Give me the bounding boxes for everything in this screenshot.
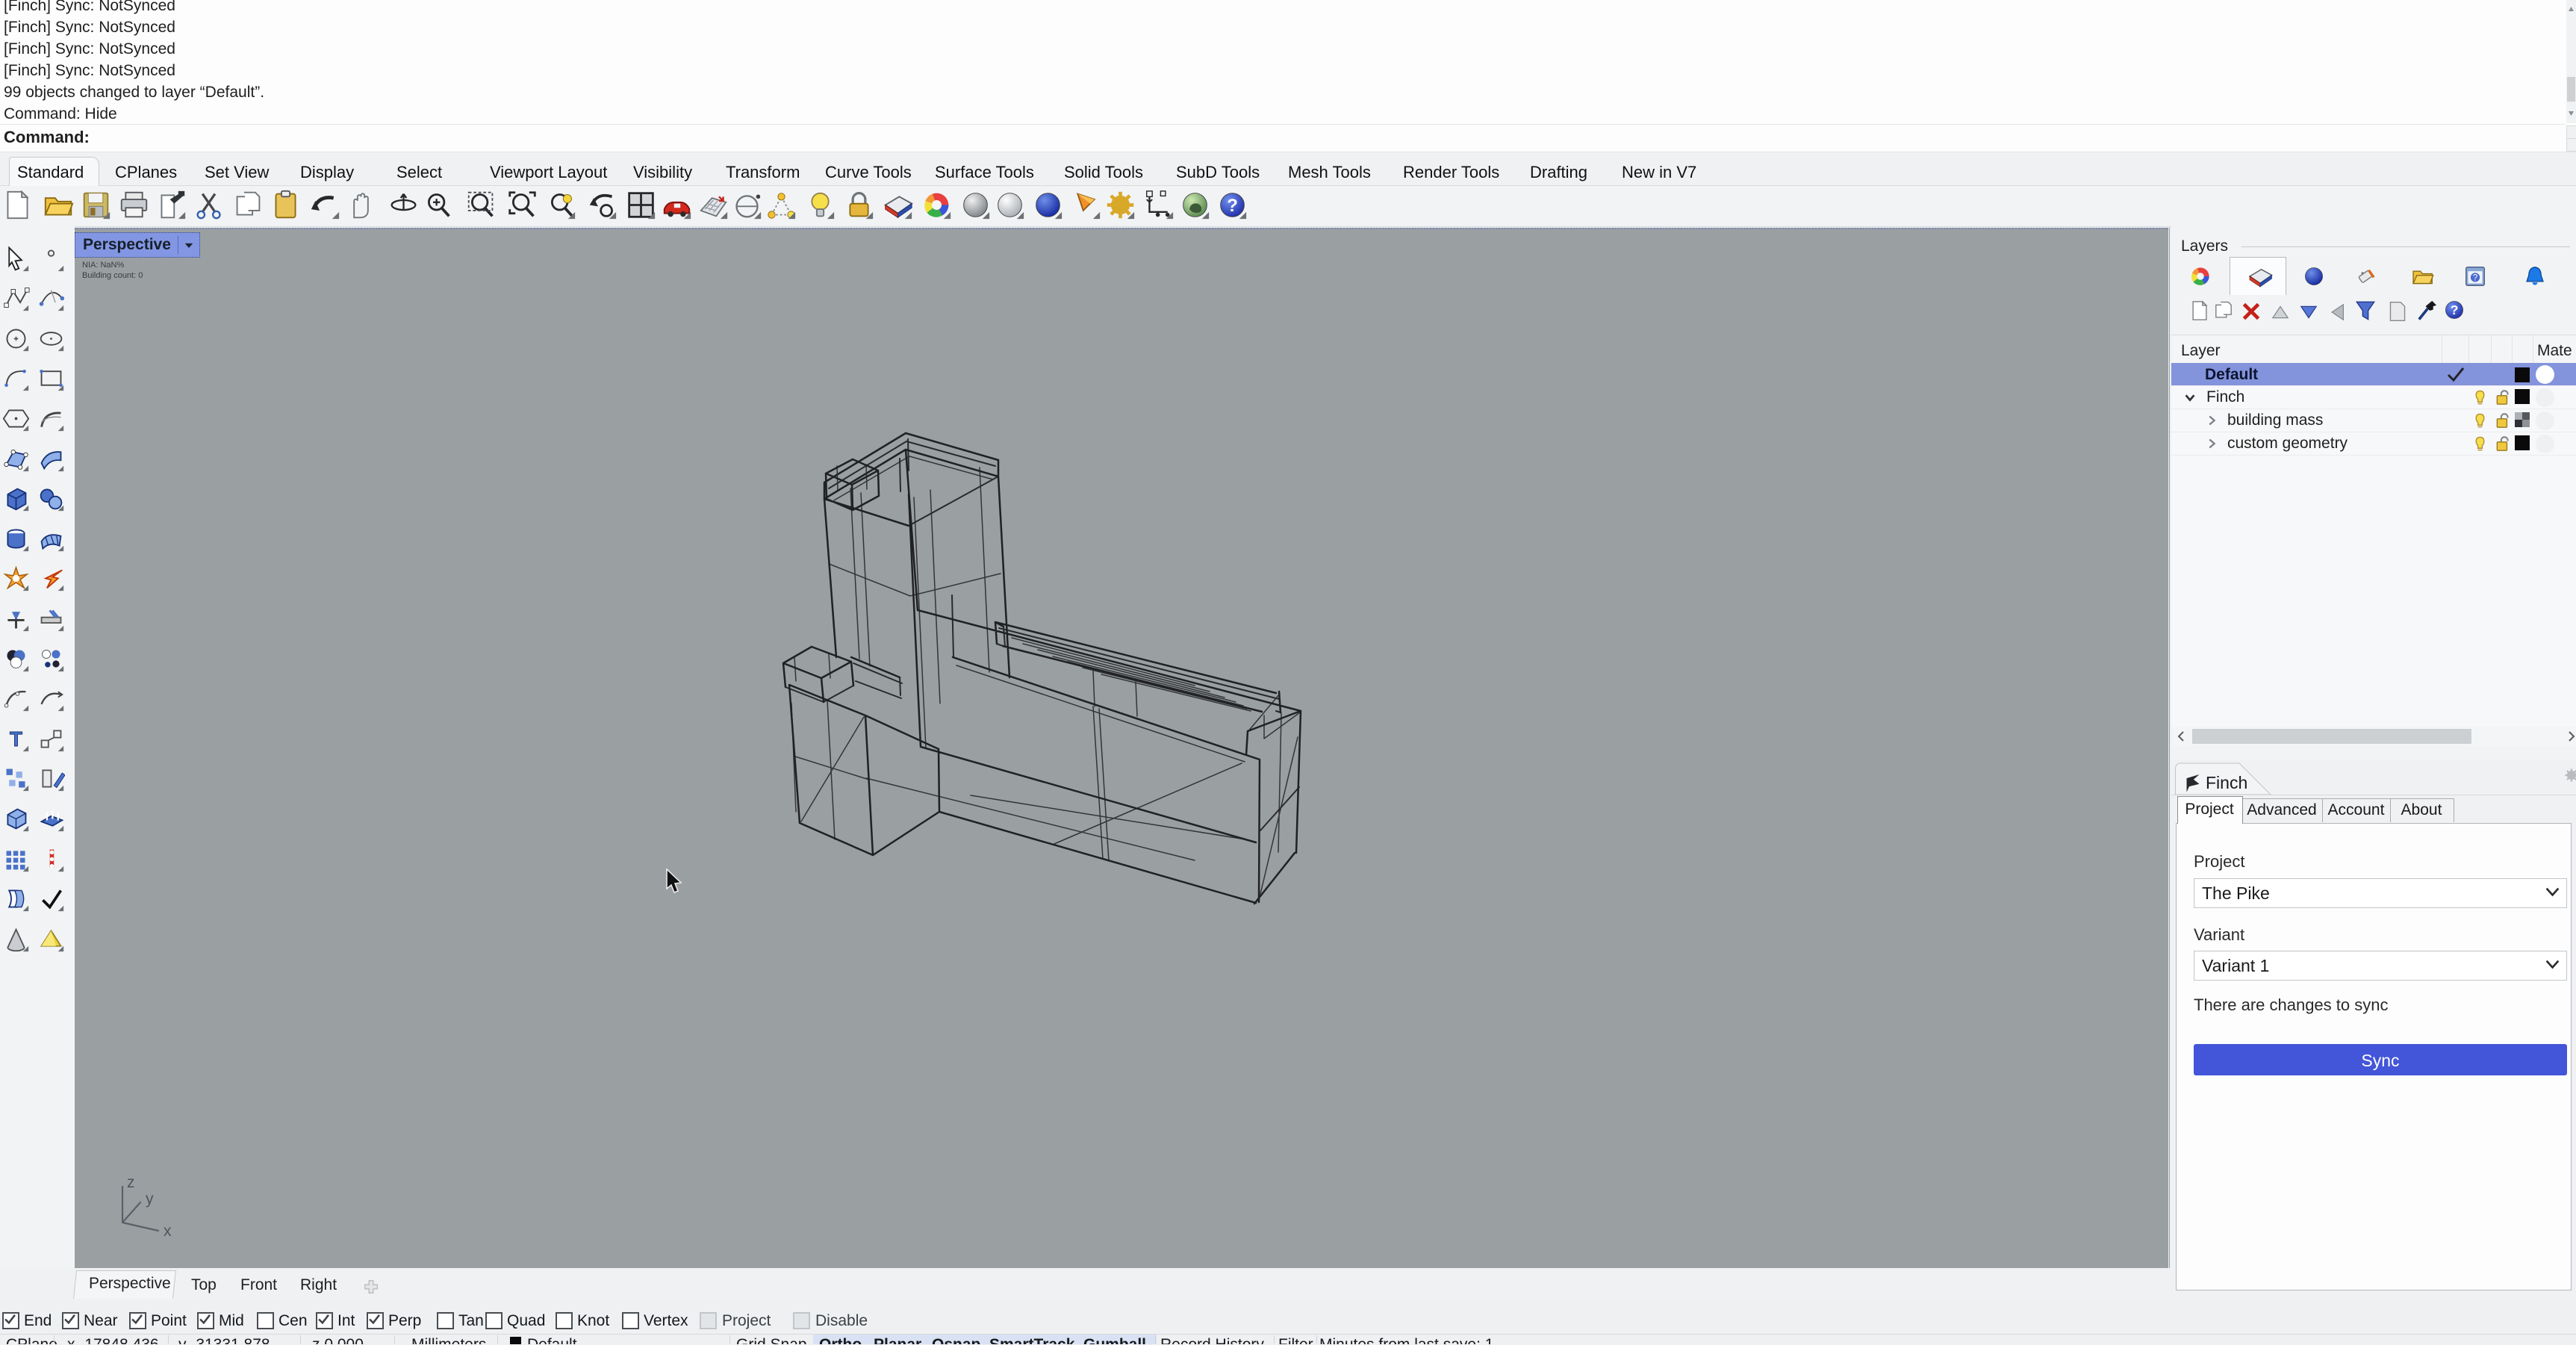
svg-text:y: y bbox=[146, 1190, 154, 1208]
svg-text:?: ? bbox=[2451, 302, 2459, 317]
svg-text:x: x bbox=[164, 1223, 172, 1240]
svg-text:z: z bbox=[127, 1174, 135, 1191]
svg-text:?: ? bbox=[2473, 273, 2478, 282]
svg-text:T: T bbox=[10, 727, 22, 751]
svg-text:?: ? bbox=[1227, 196, 1238, 216]
